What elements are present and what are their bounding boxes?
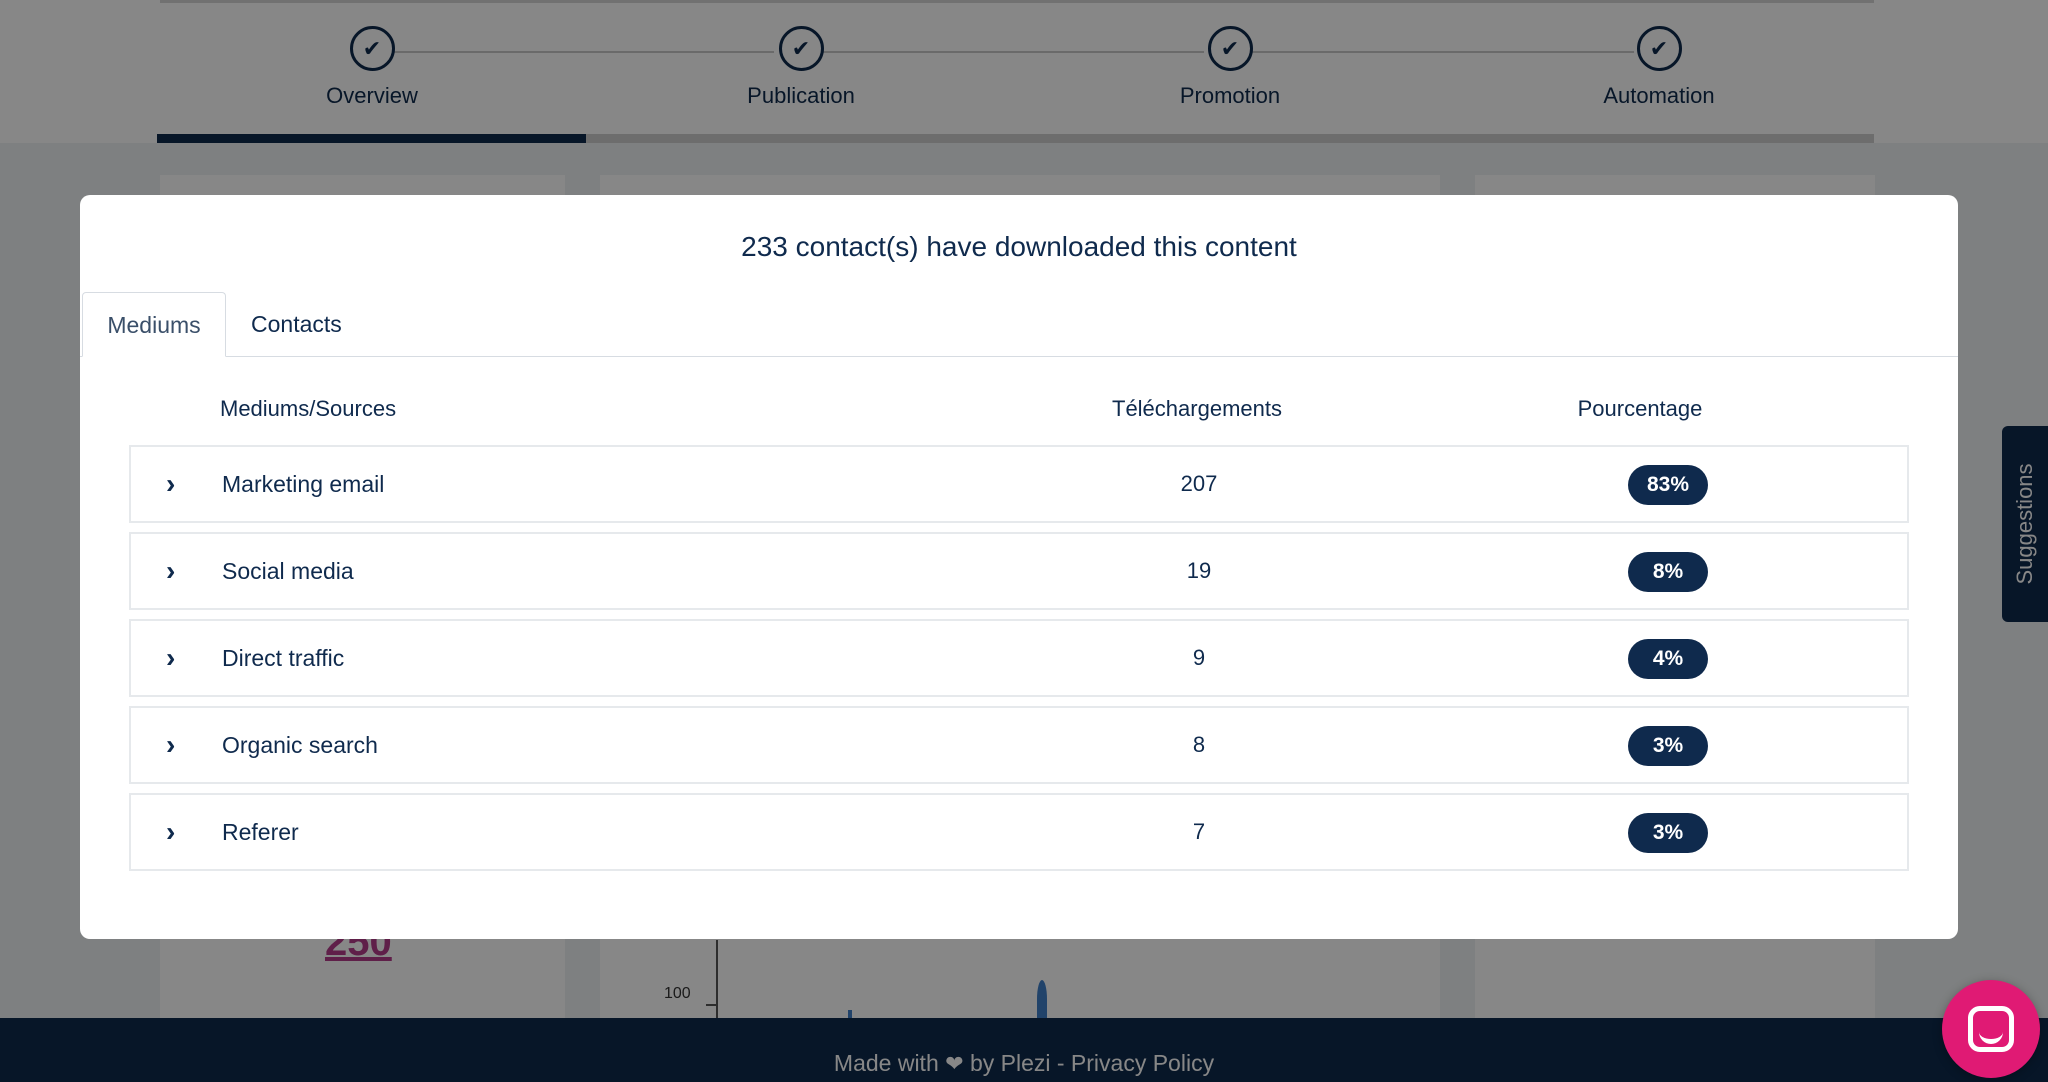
percent-badge: 3%: [1628, 813, 1708, 853]
column-header-downloads: Téléchargements: [1112, 396, 1282, 421]
column-header-percent: Pourcentage: [1577, 396, 1703, 421]
row-download-count: 8: [1192, 732, 1206, 757]
tab-mediums[interactable]: Mediums: [82, 292, 226, 357]
percent-badge: 8%: [1628, 552, 1708, 592]
modal-title: 233 contact(s) have downloaded this cont…: [741, 231, 1297, 262]
row-download-count: 9: [1192, 645, 1206, 670]
row-source-label: Direct traffic: [222, 645, 345, 671]
percent-badge: 3%: [1628, 726, 1708, 766]
percent-badge: 4%: [1628, 639, 1708, 679]
row-download-count: 19: [1186, 558, 1212, 583]
table-row[interactable]: › Social media 19 8%: [129, 532, 1909, 610]
modal-tabs: Mediums Contacts: [80, 292, 1958, 357]
downloads-modal: 233 contact(s) have downloaded this cont…: [80, 195, 1958, 939]
row-source-label: Social media: [222, 558, 354, 584]
row-source-label: Referer: [222, 819, 299, 845]
table-row[interactable]: › Referer 7 3%: [129, 793, 1909, 871]
row-source-label: Marketing email: [222, 471, 385, 497]
chevron-right-icon[interactable]: ›: [166, 643, 196, 673]
chevron-right-icon[interactable]: ›: [166, 469, 196, 499]
percent-badge: 83%: [1628, 465, 1708, 505]
chat-launcher-button[interactable]: [1942, 980, 2040, 1078]
chat-bubble-icon: [1968, 1006, 2014, 1052]
column-header-sources: Mediums/Sources: [220, 396, 397, 421]
chevron-right-icon[interactable]: ›: [166, 817, 196, 847]
chevron-right-icon[interactable]: ›: [166, 556, 196, 586]
row-download-count: 7: [1192, 819, 1206, 844]
row-download-count: 207: [1180, 471, 1218, 496]
table-row[interactable]: › Organic search 8 3%: [129, 706, 1909, 784]
row-source-label: Organic search: [222, 732, 378, 758]
table-row[interactable]: › Direct traffic 9 4%: [129, 619, 1909, 697]
tab-contacts[interactable]: Contacts: [226, 292, 367, 356]
table-row[interactable]: › Marketing email 207 83%: [129, 445, 1909, 523]
chevron-right-icon[interactable]: ›: [166, 730, 196, 760]
